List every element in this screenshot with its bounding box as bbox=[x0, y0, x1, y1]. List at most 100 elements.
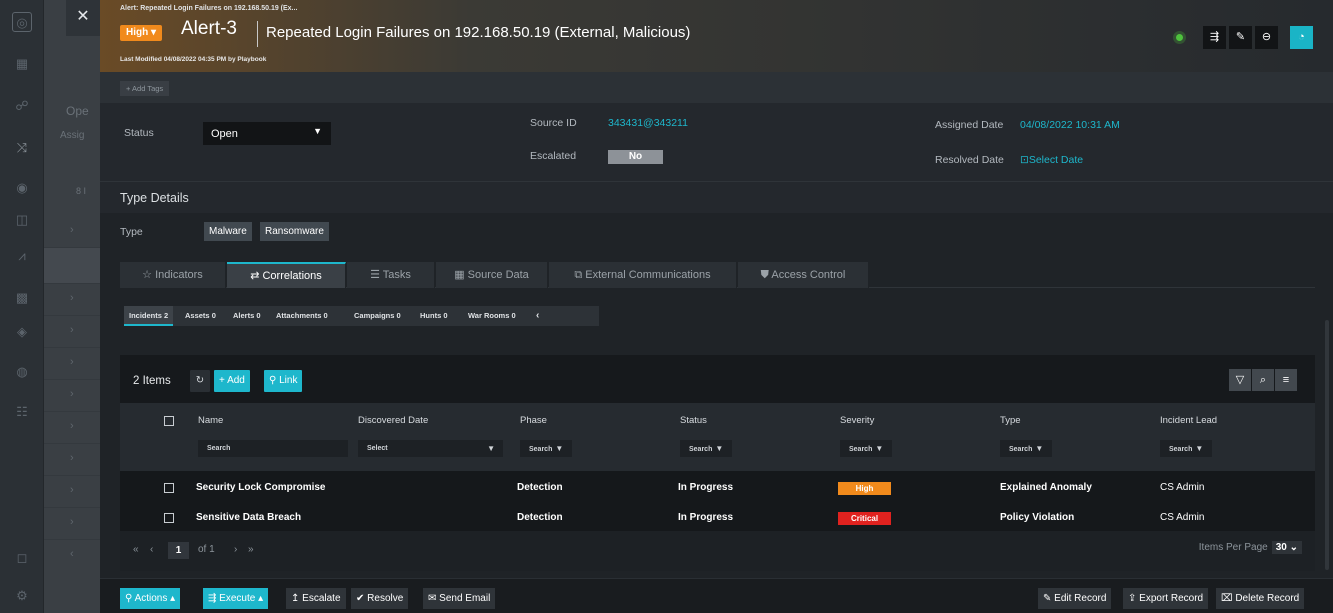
globe-icon[interactable]: ◍ bbox=[12, 362, 32, 382]
background-row[interactable]: › bbox=[44, 440, 100, 476]
table-row[interactable]: Sensitive Data Breach Detection In Progr… bbox=[120, 503, 1315, 533]
escalated-value[interactable]: No bbox=[608, 150, 663, 164]
source-id-label: Source ID bbox=[530, 117, 577, 129]
column-header-type[interactable]: Type bbox=[1000, 415, 1021, 426]
tab-external-communications[interactable]: ⧉ External Communications bbox=[549, 262, 737, 288]
next-page-button[interactable]: › bbox=[234, 544, 237, 555]
link-button[interactable]: ⊖ bbox=[1255, 26, 1278, 49]
background-row[interactable]: › bbox=[44, 472, 100, 508]
radar-icon[interactable]: ◉ bbox=[12, 178, 32, 198]
column-header-name[interactable]: Name bbox=[198, 415, 223, 426]
subtab-alerts[interactable]: Alerts 0 bbox=[228, 306, 266, 326]
close-button[interactable]: ✕ bbox=[66, 0, 100, 36]
shield-nav-icon[interactable]: ◈ bbox=[12, 322, 32, 342]
chevron-down-icon: ⌄ bbox=[1289, 542, 1298, 553]
background-row[interactable]: › bbox=[44, 408, 100, 444]
tab-access-control[interactable]: ⛊ Access Control bbox=[738, 262, 869, 288]
column-header-phase[interactable]: Phase bbox=[520, 415, 547, 426]
actions-button[interactable]: ⚲ Actions ▴ bbox=[120, 588, 181, 609]
edit-button[interactable]: ✎ bbox=[1229, 26, 1252, 49]
subtab-campaigns[interactable]: Campaigns 0 bbox=[349, 306, 406, 326]
shuffle-icon[interactable]: ⤨ bbox=[12, 138, 32, 158]
background-row[interactable]: › bbox=[44, 212, 100, 248]
trash-nav-icon[interactable]: ◻ bbox=[12, 548, 32, 568]
severity-filter[interactable]: Search ▼ bbox=[840, 440, 893, 457]
settings-icon[interactable]: ⚙ bbox=[12, 586, 32, 606]
current-page[interactable]: 1 bbox=[168, 542, 189, 559]
tab-source-data[interactable]: ▦ Source Data bbox=[436, 262, 548, 288]
background-row[interactable]: › bbox=[44, 504, 100, 540]
type-filter[interactable]: Search ▼ bbox=[1000, 440, 1053, 457]
row-checkbox[interactable] bbox=[164, 483, 174, 493]
search-button[interactable]: ⌕ bbox=[1252, 369, 1274, 391]
column-header-incident-lead[interactable]: Incident Lead bbox=[1160, 415, 1217, 426]
filter-button[interactable]: ▽ bbox=[1229, 369, 1251, 391]
tab-label: Access Control bbox=[771, 269, 846, 281]
assigned-date-value[interactable]: 04/08/2022 10:31 AM bbox=[1020, 119, 1120, 131]
incident-lead[interactable]: CS Admin bbox=[1160, 512, 1204, 523]
refresh-button[interactable]: ↻ bbox=[190, 370, 210, 392]
tab-correlations[interactable]: ⇄ Correlations bbox=[227, 262, 346, 288]
column-header-severity[interactable]: Severity bbox=[840, 415, 874, 426]
source-id-value[interactable]: 343431@343211 bbox=[608, 117, 688, 129]
tab-indicators[interactable]: ☆ Indicators bbox=[120, 262, 226, 288]
edit-record-button[interactable]: ✎ Edit Record bbox=[1038, 588, 1112, 609]
incident-lead-filter[interactable]: Search ▼ bbox=[1160, 440, 1213, 457]
escalate-button[interactable]: ↥ Escalate bbox=[286, 588, 346, 609]
column-header-status[interactable]: Status bbox=[680, 415, 707, 426]
collapse-subtabs-button[interactable]: ‹ bbox=[531, 306, 544, 326]
subtab-hunts[interactable]: Hunts 0 bbox=[415, 306, 453, 326]
tab-tasks[interactable]: ☰ Tasks bbox=[347, 262, 435, 288]
columns-menu-button[interactable]: ≡ bbox=[1275, 369, 1297, 391]
select-all-checkbox[interactable] bbox=[164, 416, 174, 426]
incident-name[interactable]: Sensitive Data Breach bbox=[196, 512, 301, 523]
add-tags-button[interactable]: + Add Tags bbox=[120, 81, 170, 96]
row-checkbox[interactable] bbox=[164, 513, 174, 523]
discovered-date-filter[interactable]: Select ▼ bbox=[358, 440, 503, 457]
column-header-discovered-date[interactable]: Discovered Date bbox=[358, 415, 428, 426]
table-row[interactable]: Security Lock Compromise Detection In Pr… bbox=[120, 473, 1315, 503]
name-filter-input[interactable]: Search bbox=[198, 440, 348, 457]
background-row[interactable]: › bbox=[44, 344, 100, 380]
dashboard-icon[interactable]: ▦ bbox=[12, 54, 32, 74]
resolved-date-picker[interactable]: ⊡Select Date bbox=[1020, 154, 1083, 166]
logo-icon[interactable]: ◎ bbox=[12, 12, 32, 32]
incident-name[interactable]: Security Lock Compromise bbox=[196, 482, 325, 493]
status-select[interactable]: Open ▼ bbox=[203, 122, 331, 145]
briefcase-icon[interactable]: ◫ bbox=[12, 210, 32, 230]
severity-dropdown[interactable]: High ▾ bbox=[120, 25, 163, 41]
background-row[interactable]: › bbox=[44, 376, 100, 412]
chart-icon[interactable]: ⩘ bbox=[12, 246, 32, 266]
items-per-page-select[interactable]: 30 ⌄ bbox=[1271, 541, 1302, 554]
type-chip[interactable]: Ransomware bbox=[260, 222, 329, 241]
subtab-assets[interactable]: Assets 0 bbox=[180, 306, 221, 326]
background-row[interactable]: ‹ bbox=[44, 536, 100, 572]
subtab-war-rooms[interactable]: War Rooms 0 bbox=[463, 306, 521, 326]
background-row[interactable] bbox=[44, 248, 100, 284]
prev-page-button[interactable]: ‹ bbox=[150, 544, 153, 555]
status-filter[interactable]: Search ▼ bbox=[680, 440, 733, 457]
subtab-incidents[interactable]: Incidents 2 bbox=[124, 306, 174, 326]
first-page-button[interactable]: « bbox=[133, 544, 139, 555]
resolve-button[interactable]: ✔ Resolve bbox=[351, 588, 409, 609]
scrollbar[interactable] bbox=[1325, 320, 1329, 570]
send-email-button[interactable]: ✉ Send Email bbox=[423, 588, 496, 609]
type-chip[interactable]: Malware bbox=[204, 222, 252, 241]
subtab-attachments[interactable]: Attachments 0 bbox=[271, 306, 333, 326]
incident-lead[interactable]: CS Admin bbox=[1160, 482, 1204, 493]
export-record-button[interactable]: ⇪ Export Record bbox=[1123, 588, 1209, 609]
background-row[interactable]: › bbox=[44, 312, 100, 348]
chat-button[interactable]: ◔ bbox=[1290, 26, 1313, 49]
alert-title[interactable]: Repeated Login Failures on 192.168.50.19… bbox=[266, 24, 690, 41]
execute-button[interactable]: ⇶ Execute ▴ bbox=[203, 588, 269, 609]
team-icon[interactable]: ☷ bbox=[12, 402, 32, 422]
delete-record-button[interactable]: ⌧ Delete Record bbox=[1216, 588, 1305, 609]
execute-playbook-button[interactable]: ⇶ bbox=[1203, 26, 1226, 49]
last-page-button[interactable]: » bbox=[248, 544, 254, 555]
link-record-button[interactable]: ⚲ Link bbox=[264, 370, 303, 392]
phase-filter[interactable]: Search ▼ bbox=[520, 440, 573, 457]
apps-icon[interactable]: ▩ bbox=[12, 288, 32, 308]
users-icon[interactable]: ☍ bbox=[12, 96, 32, 116]
add-button[interactable]: + Add bbox=[214, 370, 250, 392]
background-row[interactable]: › bbox=[44, 280, 100, 316]
